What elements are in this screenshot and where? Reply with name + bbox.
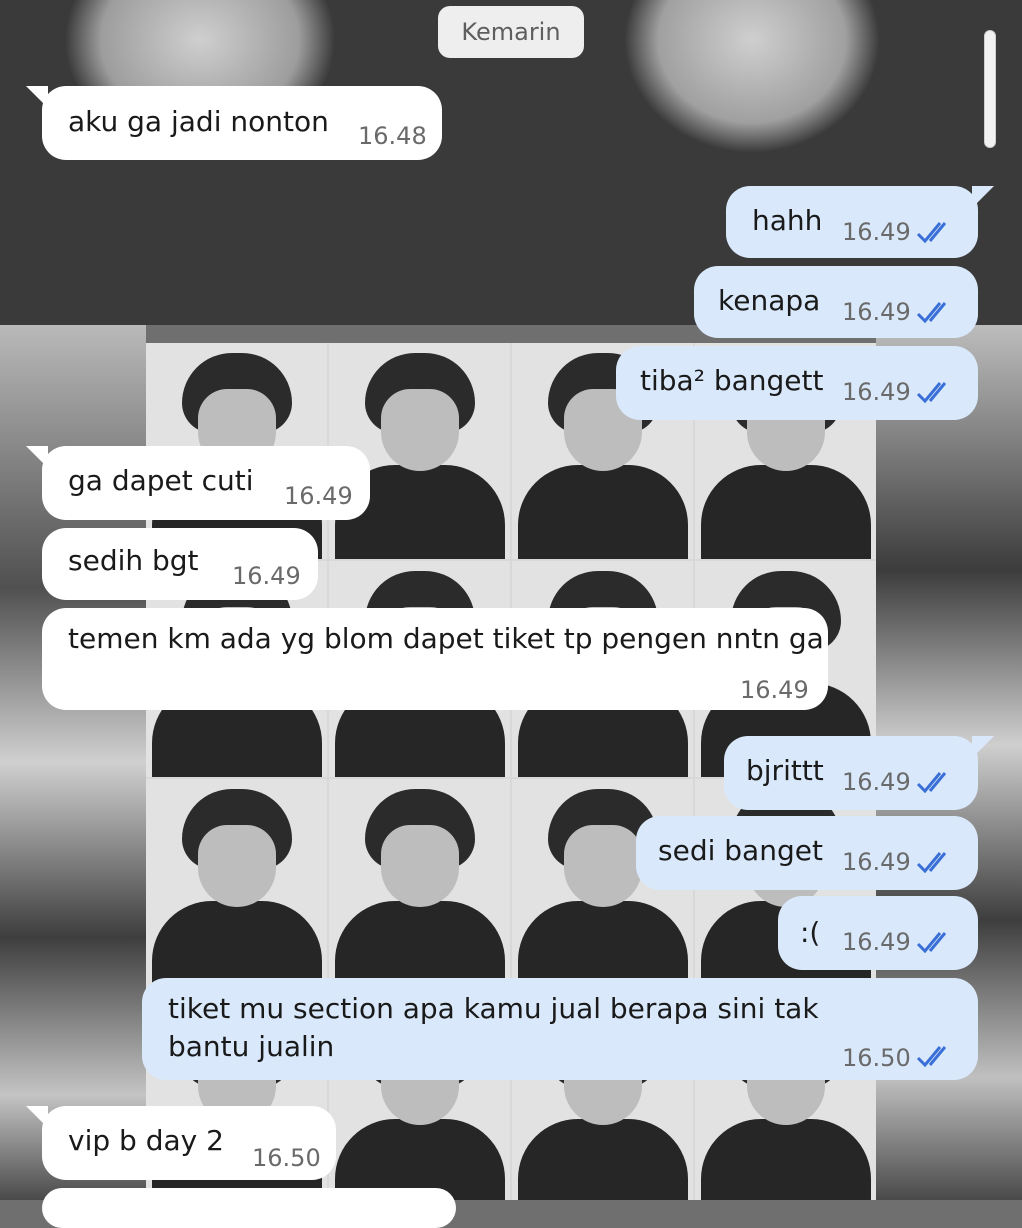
message-bubble-outgoing[interactable]: kenapa 16.49 [694, 266, 978, 338]
message-bubble-incoming[interactable]: sedih bgt 16.49 [42, 528, 318, 600]
message-time: 16.49 [284, 482, 353, 510]
message-text: :( [800, 916, 821, 949]
message-text: vip b day 2 [68, 1124, 224, 1157]
message-time: 16.49 [842, 928, 911, 956]
message-text: aku ga jadi nonton [68, 105, 329, 138]
double-check-icon [916, 1046, 947, 1068]
message-bubble-outgoing[interactable]: tiket mu section apa kamu jual berapa si… [142, 978, 978, 1080]
message-time: 16.50 [252, 1144, 321, 1172]
message-time: 16.49 [842, 298, 911, 326]
wallpaper-tile [146, 779, 327, 995]
message-bubble-incoming[interactable]: aku ga jadi nonton 16.48 [26, 86, 442, 160]
message-text: bjrittt [746, 754, 824, 787]
message-bubble-incoming[interactable]: temen km ada yg blom dapet tiket tp peng… [42, 608, 828, 710]
message-time: 16.50 [842, 1044, 911, 1072]
double-check-icon [916, 222, 947, 244]
message-bubble-incoming[interactable]: vip b day 2 16.50 [26, 1106, 336, 1180]
message-text: kenapa [718, 284, 821, 317]
message-bubble-outgoing[interactable]: bjrittt 16.49 [724, 736, 994, 810]
double-check-icon [916, 772, 947, 794]
scrollbar-thumb[interactable] [984, 30, 996, 148]
message-text: ga dapet cuti [68, 464, 254, 497]
date-separator: Kemarin [438, 6, 584, 58]
double-check-icon [916, 932, 947, 954]
message-text: hahh [752, 204, 823, 237]
message-text: temen km ada yg blom dapet tiket tp peng… [68, 622, 824, 655]
message-time: 16.49 [842, 378, 911, 406]
message-bubble-outgoing[interactable]: tiba² bangett 16.49 [616, 346, 978, 420]
message-text: tiket mu section apa kamu jual berapa si… [168, 992, 819, 1063]
date-separator-label: Kemarin [461, 18, 561, 46]
message-time: 16.48 [358, 122, 427, 150]
message-bubble-outgoing[interactable]: hahh 16.49 [726, 186, 994, 258]
double-check-icon [916, 382, 947, 404]
message-bubble-incoming[interactable]: ga dapet cuti 16.49 [26, 446, 370, 520]
double-check-icon [916, 302, 947, 324]
message-text: sedi banget [658, 834, 823, 867]
message-time: 16.49 [842, 768, 911, 796]
message-bubble-outgoing[interactable]: :( 16.49 [778, 896, 978, 970]
message-text: sedih bgt [68, 544, 199, 577]
message-time: 16.49 [740, 676, 809, 704]
message-time: 16.49 [232, 562, 301, 590]
double-check-icon [916, 852, 947, 874]
message-text: tiba² bangett [640, 364, 824, 397]
message-bubble-outgoing[interactable]: sedi banget 16.49 [636, 816, 978, 890]
message-time: 16.49 [842, 848, 911, 876]
message-time: 16.49 [842, 218, 911, 246]
message-bubble-incoming-partial[interactable] [42, 1188, 456, 1228]
wallpaper-photo [0, 0, 512, 325]
wallpaper-tile [329, 779, 510, 995]
